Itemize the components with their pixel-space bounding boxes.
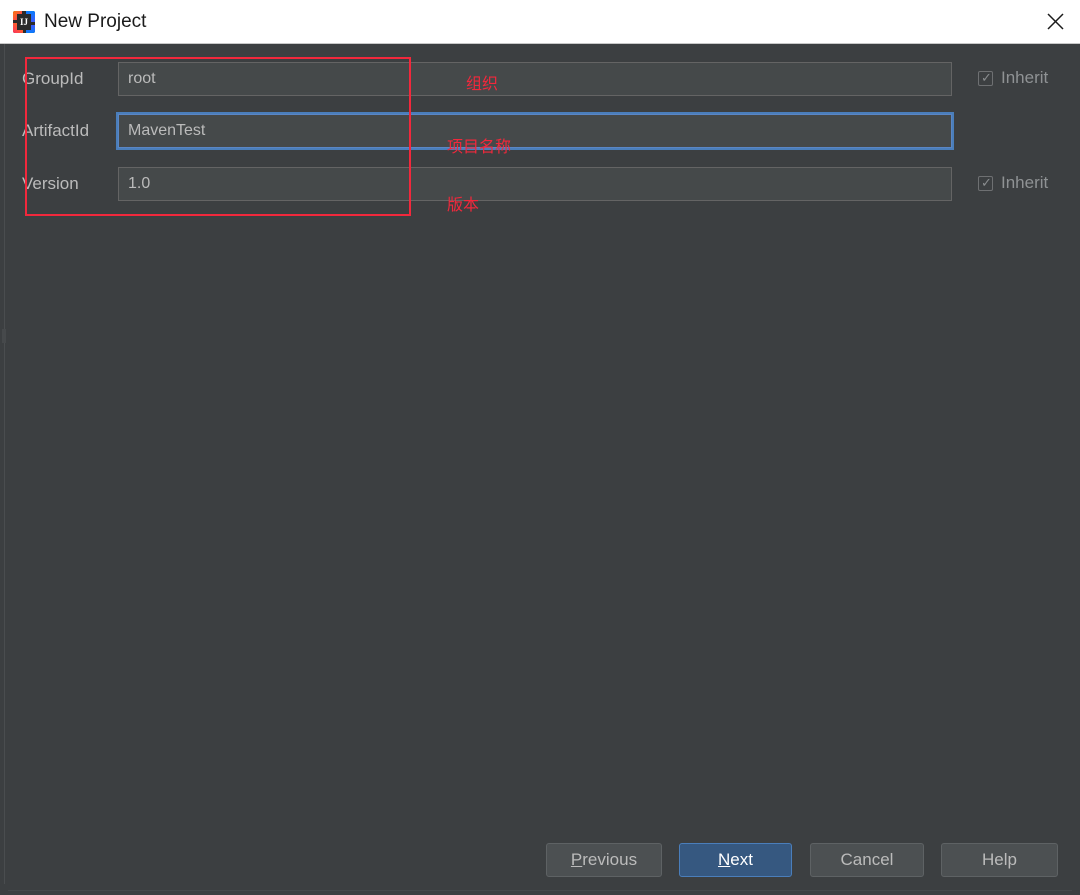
form-row-version: Version ✓ Inherit — [0, 167, 1080, 201]
icon-glyph-label: IJ — [17, 14, 31, 30]
artifactid-input[interactable] — [118, 114, 952, 148]
groupid-inherit-group[interactable]: ✓ Inherit — [978, 68, 1048, 88]
intellij-idea-icon: IJ — [13, 11, 35, 33]
annotation-artifactid: 项目名称 — [447, 137, 512, 156]
close-button[interactable] — [1030, 0, 1080, 43]
version-inherit-label: Inherit — [1001, 173, 1049, 192]
artifactid-label: ArtifactId — [22, 121, 90, 140]
previous-button[interactable]: Previous — [546, 843, 662, 877]
window-titlebar: IJ New Project — [0, 0, 1080, 44]
groupid-inherit-checkbox[interactable]: ✓ — [978, 69, 993, 86]
close-icon — [1046, 13, 1064, 30]
previous-button-label: Previous — [570, 850, 638, 869]
groupid-input[interactable] — [118, 62, 952, 96]
annotation-version: 版本 — [447, 195, 480, 214]
version-label: Version — [22, 174, 79, 193]
help-button[interactable]: Help — [941, 843, 1058, 877]
next-button[interactable]: Next — [679, 843, 792, 877]
version-input[interactable] — [118, 167, 952, 201]
form-row-artifactid: ArtifactId — [0, 114, 1080, 148]
form-row-groupid: GroupId ✓ Inherit — [0, 62, 1080, 96]
version-inherit-group[interactable]: ✓ Inherit — [978, 173, 1048, 193]
panel-divider-handle[interactable] — [2, 329, 6, 343]
dialog-footer: Previous Next Cancel Help — [0, 843, 1080, 883]
groupid-label: GroupId — [22, 69, 84, 88]
annotation-groupid: 组织 — [466, 74, 499, 93]
cancel-button[interactable]: Cancel — [810, 843, 924, 877]
bottom-divider — [8, 890, 1072, 891]
window-title: New Project — [44, 11, 147, 32]
groupid-inherit-label: Inherit — [1001, 68, 1049, 87]
version-inherit-checkbox[interactable]: ✓ — [978, 174, 993, 191]
new-project-dialog-body: GroupId ✓ Inherit ArtifactId Version ✓ I… — [0, 44, 1080, 895]
checkmark-icon: ✓ — [981, 69, 992, 85]
next-button-label: Next — [718, 850, 753, 869]
checkmark-icon: ✓ — [981, 174, 992, 190]
